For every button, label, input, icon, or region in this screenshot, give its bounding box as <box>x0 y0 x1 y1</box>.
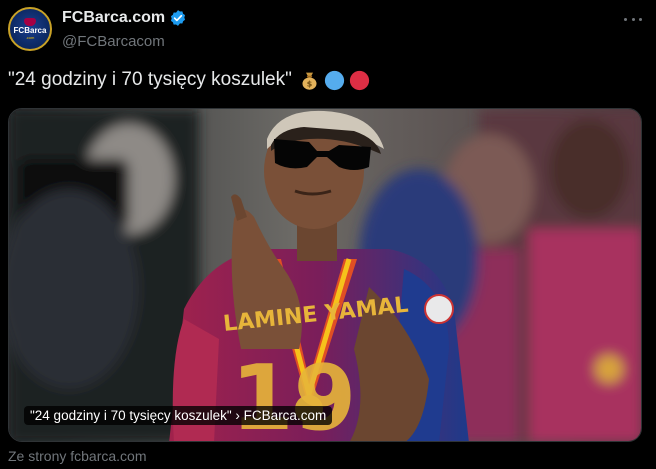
svg-text:$: $ <box>307 79 312 88</box>
avatar-logo-text: FCBarca <box>13 26 47 35</box>
article-media-card[interactable]: LAMINE YAMAL 19 <box>8 108 642 442</box>
avatar[interactable]: FCBarca .com <box>8 7 52 51</box>
svg-text:19: 19 <box>231 346 356 442</box>
verified-badge-icon <box>171 10 186 26</box>
blue-circle-icon <box>324 70 344 90</box>
avatar-logo-subtext: .com <box>25 35 35 40</box>
article-photo: LAMINE YAMAL 19 <box>9 109 641 442</box>
tweet-text-content: "24 godziny i 70 tysięcy koszulek" <box>8 69 292 90</box>
display-name[interactable]: FCBarca.com <box>62 9 165 27</box>
more-options-icon[interactable] <box>624 10 642 28</box>
tweet-text: "24 godziny i 70 tysięcy koszulek" $ <box>8 69 370 91</box>
money-bag-icon: $ <box>302 72 317 90</box>
crest-icon <box>24 18 36 26</box>
author-name-row: FCBarca.com <box>62 9 187 27</box>
account-handle[interactable]: @FCBarcacom <box>62 33 165 50</box>
red-circle-icon <box>349 70 369 90</box>
link-source[interactable]: Ze strony fcbarca.com <box>8 448 147 464</box>
media-caption[interactable]: "24 godziny i 70 tysięcy koszulek" › FCB… <box>24 406 333 425</box>
